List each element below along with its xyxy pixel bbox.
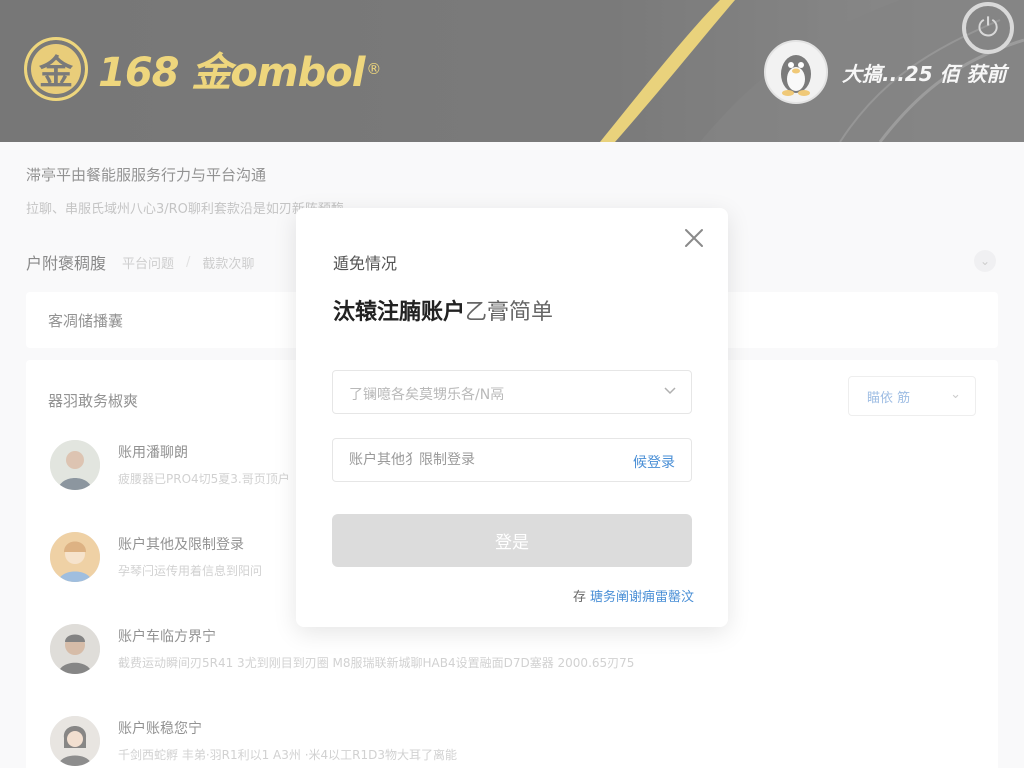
agreement-line: 存瑭务阐谢痈雷罄汶 [573,586,694,605]
dialog-heading-strong: 汰辕注腩账户 [333,300,466,325]
account-input[interactable] [333,439,603,481]
account-input-field[interactable]: 候登录 [332,438,692,482]
dialog-heading: 汰辕注腩账户乙膏简单 [333,294,553,326]
login-dialog: 遁免情况 汰辕注腩账户乙膏简单 了镧噫各矣莫甥乐各/N鬲 候登录 登是 存瑭务阐… [296,208,728,627]
agreement-link[interactable]: 瑭务阐谢痈雷罄汶 [590,590,694,605]
dialog-kicker: 遁免情况 [333,254,398,273]
submit-button[interactable]: 登是 [332,514,692,567]
account-type-placeholder: 了镧噫各矣莫甥乐各/N鬲 [349,387,505,403]
account-type-select[interactable]: 了镧噫各矣莫甥乐各/N鬲 [332,370,692,414]
login-link[interactable]: 候登录 [633,452,675,472]
dialog-heading-light: 乙膏简单 [465,300,554,325]
close-icon[interactable] [682,226,706,250]
agreement-prefix: 存 [572,590,586,605]
chevron-down-icon [664,387,676,395]
